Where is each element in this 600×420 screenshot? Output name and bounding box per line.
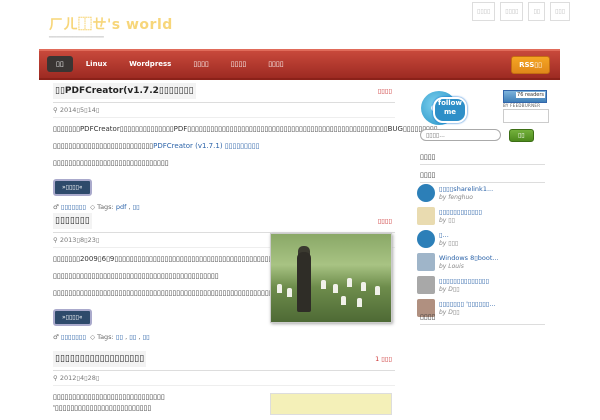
tag-link[interactable]: pdf xyxy=(116,203,127,211)
feedburner-label: BY FEEDBURNER xyxy=(503,103,541,108)
post-paragraph: ▯▯▯▯▯▯▯2009▯6▯9▯▯▯▯▯▯▯▯▯▯▯▯▯▯▯▯▯▯▯▯▯▯▯▯▯… xyxy=(53,255,350,263)
read-more-button[interactable]: »▯▯▯▯« xyxy=(53,309,92,326)
tag-link[interactable]: ▯▯ xyxy=(116,333,123,341)
comment-author: by Louis xyxy=(439,263,464,270)
post-date: ⚲ 2012▯4▯28▯ xyxy=(53,370,395,386)
comment-link[interactable]: ▯... xyxy=(439,231,543,239)
tags-label: Tags: xyxy=(97,333,114,341)
follow-me-label: follow me xyxy=(433,97,467,123)
avatar xyxy=(417,253,435,271)
site-title[interactable]: ㄏㄦ⿰ㄝ's world xyxy=(49,14,173,34)
post-meta: ♂ ▯▯▯▯▯▯▯ ◇ Tags: ▯▯ , ▯▯ , ▯▯ xyxy=(53,333,150,341)
avatar xyxy=(417,276,435,294)
list-item[interactable]: ▯▯▯▯▯▯▯▯▯▯▯▯▯▯ by D▯▯ xyxy=(417,275,545,297)
tag-icon: ◇ xyxy=(90,203,96,211)
post-title[interactable]: ▯▯▯▯▯▯▯ xyxy=(53,213,92,229)
avatar xyxy=(417,207,435,225)
tag-link[interactable]: ▯▯ xyxy=(143,333,150,341)
main-content: ▯▯PDFCreator(v1.7.2▯▯▯▯▯▯▯ ▯▯▯▯ ⚲ 2014▯5… xyxy=(53,83,438,420)
post-date: ⚲ 2014▯5▯14▯ xyxy=(53,102,395,118)
nav-item-5[interactable]: ▯▯▯▯ xyxy=(222,56,255,72)
site-description: ━━━━━━━━━━━━━━ xyxy=(49,33,104,41)
search-button[interactable]: ▯▯ xyxy=(509,129,534,142)
nav-item-linux[interactable]: Linux xyxy=(77,56,116,72)
top-link[interactable]: ▯▯ xyxy=(528,2,546,21)
post-paragraph: ▯▯▯▯▯▯▯▯▯▯▯▯▯▯▯▯▯▯▯▯▯▯▯▯▯▯▯▯▯ '▯▯▯▯▯▯▯▯▯… xyxy=(53,393,165,412)
comment-author: by ▯▯▯ xyxy=(439,240,459,247)
widget-title: ▯▯▯▯ xyxy=(420,153,545,165)
post-date-text: 2013▯8▯23▯ xyxy=(59,236,100,244)
nav-item-home[interactable]: ▯▯ xyxy=(47,56,73,72)
comment-link[interactable]: ▯▯▯▯sharelink1... xyxy=(439,185,543,193)
comment-author: by ▯▯ xyxy=(439,217,455,224)
recent-comments: ▯▯▯▯sharelink1... by fenghuo ▯▯▯▯▯▯▯▯▯▯▯… xyxy=(417,183,545,321)
author-icon: ♂ xyxy=(53,203,61,211)
top-links: ▯▯▯▯ ▯▯▯▯ ▯▯ ▯▯▯ xyxy=(472,2,570,21)
main-navigation: ▯▯ Linux Wordpress ▯▯▯▯ ▯▯▯▯ ▯▯▯▯ RSS▯▯ xyxy=(39,49,560,80)
tags-label: Tags: xyxy=(97,203,114,211)
clock-icon: ⚲ xyxy=(53,374,60,382)
clock-icon: ⚲ xyxy=(53,236,60,244)
top-link[interactable]: ▯▯▯▯ xyxy=(500,2,524,21)
tag-icon: ◇ xyxy=(90,333,96,341)
list-item[interactable]: ▯▯▯▯sharelink1... by fenghuo xyxy=(417,183,545,205)
comment-link[interactable]: ▯▯▯▯▯▯▯▯▯▯▯▯ xyxy=(439,208,543,216)
post-paragraph: ▯▯▯▯▯▯▯▯▯▯▯▯▯▯▯▯▯▯▯▯▯▯▯▯▯▯PDFCreator (v1… xyxy=(53,142,260,150)
post-title[interactable]: ▯▯PDFCreator(v1.7.2▯▯▯▯▯▯▯ xyxy=(53,83,196,99)
post-comments-link[interactable]: ▯▯▯▯ xyxy=(378,217,392,225)
search-input[interactable] xyxy=(420,129,501,141)
feed-count: 76 readers xyxy=(516,92,545,98)
tag-link[interactable]: ▯▯ xyxy=(129,333,136,341)
post-thumbnail-soldier-saluting[interactable] xyxy=(270,233,392,323)
post: ▯▯PDFCreator(v1.7.2▯▯▯▯▯▯▯ ▯▯▯▯ ⚲ 2014▯5… xyxy=(53,83,438,213)
widget-title: ▯▯▯▯ xyxy=(420,171,545,183)
post: ▯▯▯▯▯▯▯▯▯▯▯▯▯▯▯▯▯▯ 1 ▯▯▯ ⚲ 2012▯4▯28▯ ▯▯… xyxy=(53,351,395,415)
nav-item-6[interactable]: ▯▯▯▯ xyxy=(259,56,292,72)
nav-item-4[interactable]: ▯▯▯▯ xyxy=(184,56,217,72)
post-title[interactable]: ▯▯▯▯▯▯▯▯▯▯▯▯▯▯▯▯▯▯ xyxy=(53,351,147,367)
nav-item-wordpress[interactable]: Wordpress xyxy=(120,56,180,72)
comment-author: by D▯▯ xyxy=(439,286,460,293)
tag-link[interactable]: ▯▯ xyxy=(133,203,140,211)
list-item[interactable]: ▯▯▯▯▯▯▯▯▯▯▯▯ by ▯▯ xyxy=(417,206,545,228)
post-paragraph: ▯▯▯▯▯▯▯▯▯▯▯▯▯▯▯▯▯▯▯▯▯▯▯▯▯▯▯▯▯▯▯▯▯▯▯▯▯▯▯▯… xyxy=(53,272,219,280)
avatar xyxy=(417,184,435,202)
search-form: ▯▯ xyxy=(420,129,534,142)
post-date-text: 2012▯4▯28▯ xyxy=(59,374,100,382)
read-more-button[interactable]: »▯▯▯▯« xyxy=(53,179,92,196)
avatar xyxy=(417,230,435,248)
comment-link[interactable]: Windows 8▯boot... xyxy=(439,254,543,262)
post-date-text: 2014▯5▯14▯ xyxy=(59,106,100,114)
widget-title: ▯▯▯▯ xyxy=(420,313,545,325)
post-comments-link[interactable]: ▯▯▯▯ xyxy=(378,87,392,95)
list-item[interactable]: ▯... by ▯▯▯ xyxy=(417,229,545,251)
top-link[interactable]: ▯▯▯ xyxy=(550,2,570,21)
post-meta: ♂ ▯▯▯▯▯▯▯ ◇ Tags: pdf , ▯▯ xyxy=(53,203,140,211)
post-comments-link[interactable]: 1 ▯▯▯ xyxy=(375,355,392,363)
post-link[interactable]: PDFCreator (v1.7.1) ▯▯▯▯▯▯▯▯▯ xyxy=(153,142,259,150)
comment-link[interactable]: ▯▯▯▯▯▯▯▯▯▯▯▯▯▯ xyxy=(439,277,543,285)
post-paragraph: ▯▯▯▯▯▯▯▯▯▯▯▯▯▯▯▯▯▯▯▯▯▯▯▯▯▯▯▯▯▯ xyxy=(53,159,169,167)
list-item[interactable]: Windows 8▯boot... by Louis xyxy=(417,252,545,274)
post-author[interactable]: ▯▯▯▯▯▯▯ xyxy=(61,333,86,341)
rss-button[interactable]: RSS▯▯ xyxy=(511,56,550,74)
twitter-follow-badge[interactable]: follow me xyxy=(421,87,483,127)
post-paragraph: ▯▯▯▯▯▯▯PDFCreator▯▯▯▯▯▯▯▯▯▯▯▯▯▯PDF▯▯▯▯▯▯… xyxy=(53,125,438,133)
top-link[interactable]: ▯▯▯▯ xyxy=(472,2,496,21)
feedburner-counter[interactable]: 76 readers xyxy=(503,90,547,103)
ad-box xyxy=(503,109,549,123)
author-icon: ♂ xyxy=(53,333,61,341)
comment-author: by fenghuo xyxy=(439,194,473,201)
comment-link[interactable]: ▯▯▯▯▯▯▯ '▯▯▯▯▯▯... xyxy=(439,300,543,308)
post-author[interactable]: ▯▯▯▯▯▯▯ xyxy=(61,203,86,211)
post-thumbnail[interactable] xyxy=(270,393,392,415)
post-paragraph: ▯▯▯▯▯▯▯▯▯▯▯▯▯▯▯▯▯▯▯▯▯▯▯▯▯▯▯▯▯▯▯▯▯▯▯▯▯▯▯▯… xyxy=(53,289,285,297)
clock-icon: ⚲ xyxy=(53,106,60,114)
post: ▯▯▯▯▯▯▯ ▯▯▯▯ ⚲ 2013▯8▯23▯ ▯▯▯▯▯▯▯2009▯6▯… xyxy=(53,213,395,351)
